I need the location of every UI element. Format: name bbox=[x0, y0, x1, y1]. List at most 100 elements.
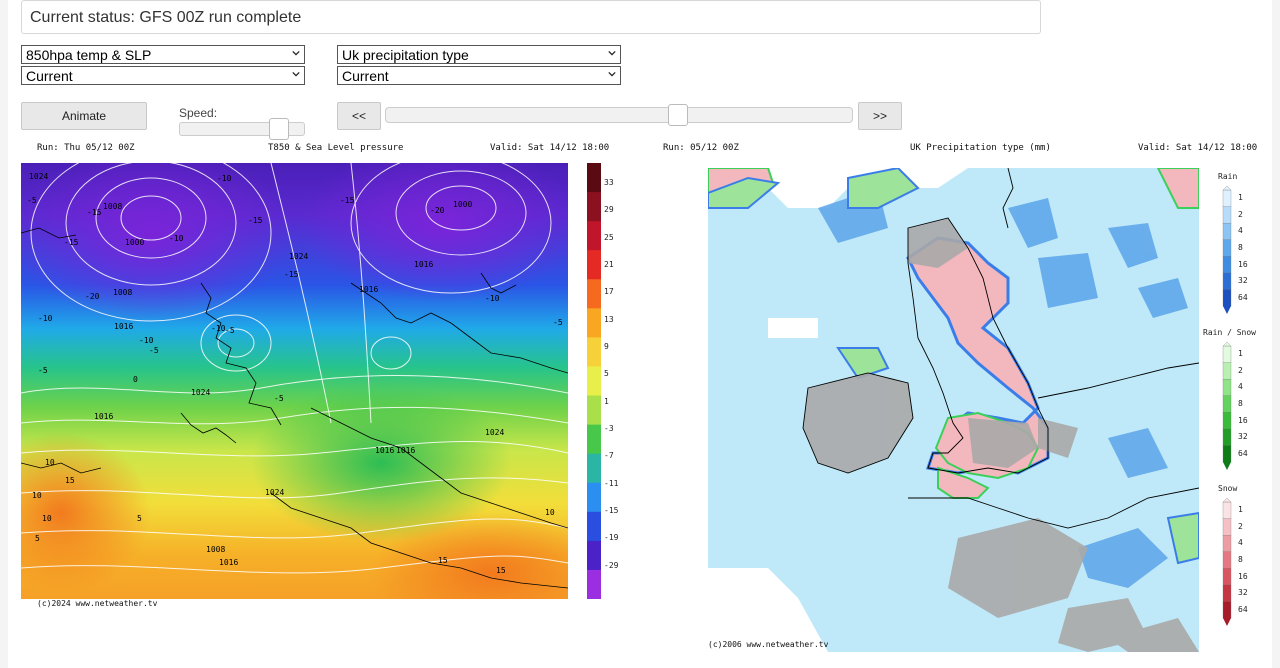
legend-swatch bbox=[1222, 501, 1232, 520]
legend-label: 64 bbox=[1238, 604, 1248, 614]
pressure-label: 1024 bbox=[265, 488, 284, 497]
temperature-label: 5 bbox=[35, 534, 40, 543]
right-map-credit: (c)2006 www.netweather.tv bbox=[708, 640, 829, 649]
right-time-select[interactable]: Current bbox=[337, 66, 621, 85]
temperature-pressure-map: 1024100810001000102410161016100810161024… bbox=[21, 163, 568, 599]
right-map-title: UK Precipitation type (mm) bbox=[910, 143, 1051, 153]
scale-swatch bbox=[587, 453, 601, 484]
scale-label: 17 bbox=[604, 287, 614, 297]
scale-swatch bbox=[587, 279, 601, 309]
legend-group-title: Rain bbox=[1218, 172, 1238, 181]
scale-label: 1 bbox=[604, 396, 609, 406]
legend-swatch bbox=[1222, 289, 1232, 307]
temperature-label: 5 bbox=[137, 514, 142, 523]
legend-arrow-bottom bbox=[1223, 462, 1231, 470]
scale-swatch bbox=[587, 221, 601, 251]
legend-label: 64 bbox=[1238, 292, 1248, 302]
temperature-label: -10 bbox=[38, 314, 53, 323]
legend-swatch bbox=[1222, 551, 1232, 569]
legend-label: 64 bbox=[1238, 448, 1248, 458]
scale-swatch bbox=[587, 163, 601, 193]
legend-label: 2 bbox=[1238, 209, 1243, 219]
right-map-run: Run: 05/12 00Z bbox=[663, 143, 739, 153]
legend-label: 4 bbox=[1238, 382, 1243, 392]
chevron-down-icon bbox=[292, 71, 300, 77]
prev-frame-button[interactable]: << bbox=[337, 102, 381, 130]
pressure-label: 1016 bbox=[359, 285, 378, 294]
frame-slider[interactable] bbox=[385, 107, 853, 123]
legend-label: 1 bbox=[1238, 349, 1243, 359]
legend-swatch bbox=[1222, 256, 1232, 274]
pressure-label: 1016 bbox=[375, 446, 394, 455]
status-bar: Current status: GFS 00Z run complete bbox=[21, 0, 1041, 34]
temperature-label: -15 bbox=[340, 196, 355, 205]
pressure-label: 1024 bbox=[191, 388, 210, 397]
scale-label: 33 bbox=[604, 178, 614, 187]
right-time-select-value: Current bbox=[342, 68, 389, 84]
scale-swatch bbox=[587, 540, 601, 571]
scale-label: -7 bbox=[604, 451, 614, 461]
legend-swatch bbox=[1222, 189, 1232, 208]
temperature-label: -5 bbox=[225, 326, 235, 335]
scale-label: 21 bbox=[604, 259, 614, 269]
scale-label: 25 bbox=[604, 232, 614, 242]
legend-swatch bbox=[1222, 206, 1232, 224]
legend-arrow-top bbox=[1222, 498, 1232, 503]
temperature-label: 10 bbox=[42, 514, 52, 523]
temperature-label: -10 bbox=[139, 336, 154, 345]
legend-color-bar bbox=[1222, 342, 1232, 470]
precipitation-type-map bbox=[708, 168, 1199, 652]
frame-slider-thumb[interactable] bbox=[668, 104, 688, 126]
legend-label: 2 bbox=[1238, 365, 1243, 375]
legend-label: 16 bbox=[1238, 571, 1248, 581]
legend-swatch bbox=[1222, 568, 1232, 586]
legend-label: 16 bbox=[1238, 259, 1248, 269]
temperature-scale bbox=[587, 163, 601, 599]
left-map-run: Run: Thu 05/12 00Z bbox=[37, 143, 135, 153]
scale-label: -15 bbox=[604, 505, 619, 515]
speed-slider-thumb[interactable] bbox=[269, 118, 289, 140]
scale-swatch bbox=[587, 337, 601, 367]
temperature-label: -20 bbox=[85, 292, 100, 301]
temperature-label: -5 bbox=[27, 196, 37, 205]
legend-label: 1 bbox=[1238, 193, 1243, 203]
chevron-down-icon bbox=[608, 50, 616, 56]
legend-group-title: Snow bbox=[1218, 484, 1238, 493]
left-map-valid: Valid: Sat 14/12 18:00 bbox=[490, 143, 610, 153]
temperature-label: -10 bbox=[485, 294, 500, 303]
left-map-credit: (c)2024 www.netweather.tv bbox=[37, 599, 158, 608]
legend-group-title: Rain / Snow bbox=[1203, 328, 1256, 337]
scale-swatch bbox=[587, 569, 601, 599]
temperature-label: -5 bbox=[149, 346, 159, 355]
pressure-label: 1016 bbox=[114, 322, 133, 331]
legend-label: 32 bbox=[1238, 432, 1248, 442]
legend-swatch bbox=[1222, 222, 1232, 241]
temperature-label: -10 bbox=[169, 234, 184, 243]
scale-label: 9 bbox=[604, 341, 609, 351]
legend-swatch bbox=[1222, 445, 1232, 463]
legend-label: 8 bbox=[1238, 243, 1243, 253]
animate-button[interactable]: Animate bbox=[21, 102, 147, 130]
legend-swatch bbox=[1222, 378, 1232, 397]
temperature-label: -20 bbox=[430, 206, 445, 215]
scale-label: 29 bbox=[604, 205, 614, 215]
scale-swatch bbox=[587, 511, 601, 542]
temperature-label: 0 bbox=[133, 375, 138, 384]
legend-label: 8 bbox=[1238, 399, 1243, 409]
pressure-label: 1024 bbox=[289, 252, 308, 261]
temperature-label: 10 bbox=[32, 491, 42, 500]
legend-label: 8 bbox=[1238, 555, 1243, 565]
right-chart-select[interactable]: Uk precipitation type bbox=[337, 45, 621, 64]
legend-label: 1 bbox=[1238, 505, 1243, 515]
temperature-label: -15 bbox=[64, 238, 79, 247]
pressure-label: 1016 bbox=[219, 558, 238, 567]
left-chart-select[interactable]: 850hpa temp & SLP bbox=[21, 45, 305, 64]
scale-swatch bbox=[587, 424, 601, 455]
left-time-select-value: Current bbox=[26, 68, 73, 84]
legend-swatch bbox=[1222, 239, 1232, 257]
temperature-label: -5 bbox=[553, 318, 563, 327]
legend-arrow-bottom bbox=[1223, 618, 1231, 626]
left-time-select[interactable]: Current bbox=[21, 66, 305, 85]
next-frame-button[interactable]: >> bbox=[858, 102, 902, 130]
legend-swatch bbox=[1222, 601, 1232, 619]
